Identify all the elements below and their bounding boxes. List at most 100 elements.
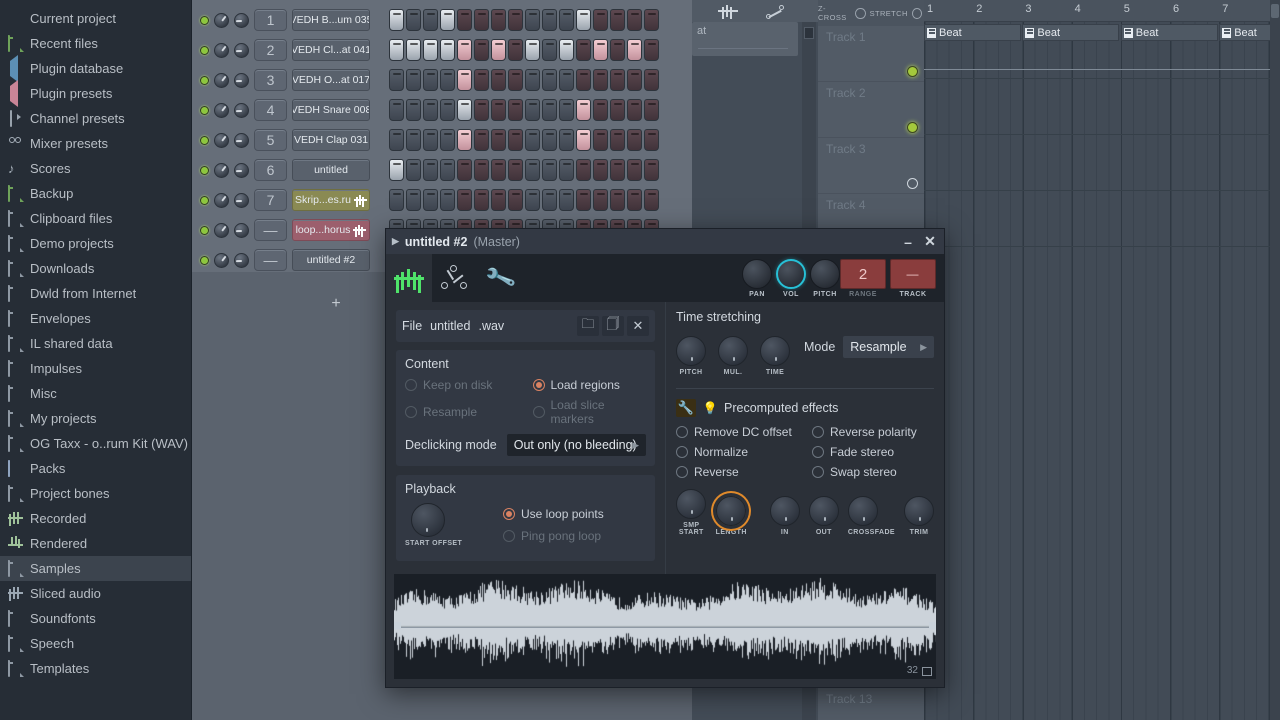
step-button[interactable] — [576, 189, 591, 211]
channel-volume-knob[interactable] — [234, 102, 249, 118]
step-button[interactable] — [559, 129, 574, 151]
channel-volume-knob[interactable] — [234, 252, 249, 268]
channel-name-button[interactable]: VEDH Cl...at 041 — [292, 39, 370, 61]
step-button[interactable] — [406, 189, 421, 211]
step-button[interactable] — [644, 9, 659, 31]
channel-number[interactable]: 3 — [254, 69, 287, 91]
step-button[interactable] — [576, 99, 591, 121]
step-button[interactable] — [491, 39, 506, 61]
step-button[interactable] — [474, 189, 489, 211]
playback-option[interactable]: Use loop points — [503, 507, 646, 521]
step-button[interactable] — [508, 129, 523, 151]
precomputed-knob-out[interactable]: OUT — [808, 496, 839, 536]
step-button[interactable] — [440, 39, 455, 61]
channel-name-button[interactable]: untitled — [292, 159, 370, 181]
step-button[interactable] — [406, 99, 421, 121]
browser-item-my-projects[interactable]: My projects — [0, 406, 191, 431]
browser-item-downloads[interactable]: Downloads — [0, 256, 191, 281]
precomputed-knob-smp-start[interactable]: SMP START — [676, 489, 707, 536]
step-button[interactable] — [440, 159, 455, 181]
tab-waveform[interactable] — [386, 254, 432, 302]
tab-envelope[interactable] — [432, 254, 478, 302]
step-button[interactable] — [576, 159, 591, 181]
step-button[interactable] — [576, 9, 591, 31]
step-button[interactable] — [406, 129, 421, 151]
channel-pan-knob[interactable] — [214, 132, 229, 148]
step-button[interactable] — [491, 189, 506, 211]
step-button[interactable] — [576, 69, 591, 91]
pattern-clip[interactable]: Beat — [1219, 24, 1270, 41]
browser-item-impulses[interactable]: Impulses — [0, 356, 191, 381]
playlist-grid[interactable]: 1234567 BeatBeatBeatBeat looperman-a-2..… — [924, 0, 1270, 720]
step-button[interactable] — [559, 39, 574, 61]
playlist-track-header[interactable]: Track 13 — [818, 688, 924, 720]
step-button[interactable] — [593, 9, 608, 31]
step-button[interactable] — [644, 189, 659, 211]
knob-dial[interactable] — [808, 496, 839, 526]
step-button[interactable] — [610, 189, 625, 211]
browser-item-channel-presets[interactable]: Channel presets — [0, 106, 191, 131]
playlist-vertical-scrollbar[interactable] — [1270, 0, 1280, 720]
step-button[interactable] — [508, 189, 523, 211]
step-button[interactable] — [423, 39, 438, 61]
precomputed-option[interactable]: Reverse — [676, 465, 798, 479]
step-button[interactable] — [423, 9, 438, 31]
playlist-track-header[interactable]: Track 2 — [818, 82, 924, 138]
browser-item-plugin-presets[interactable]: Plugin presets — [0, 80, 191, 107]
step-button[interactable] — [406, 39, 421, 61]
content-option[interactable]: Load slice markers — [532, 398, 647, 426]
waveform-display[interactable]: 32 — [394, 574, 936, 679]
radio-indicator[interactable] — [812, 426, 824, 438]
precomputed-knob-crossfade[interactable]: CROSSFADE — [847, 496, 895, 536]
radio-indicator[interactable] — [405, 406, 417, 418]
step-button[interactable] — [644, 129, 659, 151]
radio-indicator[interactable] — [503, 508, 515, 520]
knob-dial[interactable] — [715, 496, 746, 526]
channel-volume-knob[interactable] — [234, 192, 249, 208]
step-button[interactable] — [389, 189, 404, 211]
timestretch-knob-mul[interactable]: MUL. — [718, 336, 748, 376]
step-button[interactable] — [491, 129, 506, 151]
knob-dial[interactable] — [760, 336, 790, 366]
step-button[interactable] — [440, 129, 455, 151]
browser-item-recorded[interactable]: Recorded — [0, 506, 191, 531]
zcross-knob[interactable] — [855, 7, 866, 19]
step-button[interactable] — [406, 159, 421, 181]
radio-indicator[interactable] — [405, 379, 417, 391]
step-button[interactable] — [491, 99, 506, 121]
channel-name-button[interactable]: untitled #2 — [292, 249, 370, 271]
pattern-clip[interactable]: Beat — [1120, 24, 1218, 41]
radio-indicator[interactable] — [676, 466, 688, 478]
browser-item-misc[interactable]: Misc — [0, 381, 191, 406]
channel-mute-led[interactable] — [200, 135, 209, 145]
browser-item-templates[interactable]: Templates — [0, 656, 191, 681]
timestretch-knob-pitch[interactable]: PITCH — [676, 336, 706, 376]
step-button[interactable] — [593, 189, 608, 211]
window-menu-arrow-icon[interactable]: ▶ — [392, 236, 399, 247]
browser-item-clipboard-files[interactable]: Clipboard files — [0, 206, 191, 231]
track-enable-led[interactable] — [907, 178, 918, 189]
channel-mute-led[interactable] — [200, 45, 209, 55]
step-button[interactable] — [593, 129, 608, 151]
save-file-icon[interactable]: 🗍 — [602, 316, 624, 336]
channel-mute-led[interactable] — [200, 15, 209, 25]
timestretch-knob-time[interactable]: TIME — [760, 336, 790, 376]
step-button[interactable] — [644, 159, 659, 181]
browser-item-samples[interactable]: Samples — [0, 556, 191, 581]
step-button[interactable] — [474, 9, 489, 31]
step-button[interactable] — [542, 99, 557, 121]
step-button[interactable] — [644, 99, 659, 121]
track-enable-led[interactable] — [907, 122, 918, 133]
radio-indicator[interactable] — [676, 426, 688, 438]
channel-mute-led[interactable] — [200, 75, 209, 85]
header-knob-vol[interactable]: VOL — [776, 259, 806, 298]
step-button[interactable] — [559, 9, 574, 31]
track-enable-led[interactable] — [907, 66, 918, 77]
waveform-end-handle[interactable] — [929, 622, 936, 629]
channel-number[interactable]: 6 — [254, 159, 287, 181]
step-button[interactable] — [644, 69, 659, 91]
step-button[interactable] — [610, 9, 625, 31]
step-button[interactable] — [491, 159, 506, 181]
step-button[interactable] — [627, 99, 642, 121]
mode-select[interactable]: Resample ▶ — [843, 336, 934, 358]
